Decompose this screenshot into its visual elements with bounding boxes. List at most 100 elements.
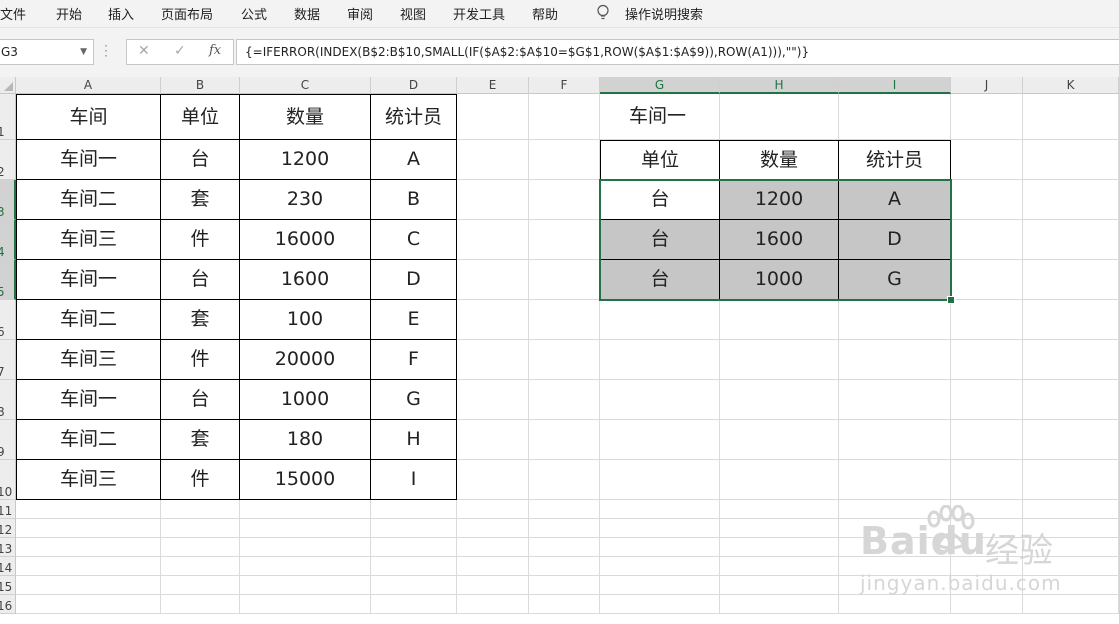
fill-handle[interactable]: [947, 296, 955, 304]
cell[interactable]: [951, 140, 1023, 180]
cell[interactable]: [240, 595, 371, 614]
cell[interactable]: [457, 340, 529, 380]
cell[interactable]: [839, 460, 951, 500]
cell[interactable]: [720, 557, 839, 576]
cell[interactable]: [457, 557, 529, 576]
row-header-11[interactable]: 11: [0, 500, 16, 519]
cell[interactable]: [720, 300, 839, 340]
cell[interactable]: [839, 380, 951, 420]
column-header-d[interactable]: D: [371, 77, 457, 94]
cell[interactable]: [1023, 94, 1119, 140]
row-header-9[interactable]: 9: [0, 420, 16, 460]
row-header-15[interactable]: 15: [0, 576, 16, 595]
source-header-cell[interactable]: 数量: [240, 94, 371, 140]
cell[interactable]: [16, 519, 161, 538]
result-data-cell[interactable]: G: [839, 260, 951, 300]
column-header-h[interactable]: H: [720, 77, 839, 94]
tab-file[interactable]: 文件: [0, 4, 26, 23]
cell[interactable]: [529, 538, 600, 557]
cell[interactable]: [839, 420, 951, 460]
cell[interactable]: [600, 340, 720, 380]
cell[interactable]: [371, 519, 457, 538]
name-box[interactable]: G3 ▼: [0, 39, 94, 65]
source-data-cell[interactable]: B: [371, 180, 457, 220]
cell[interactable]: [371, 595, 457, 614]
column-header-c[interactable]: C: [240, 77, 371, 94]
chevron-down-icon[interactable]: ▼: [80, 40, 87, 64]
result-data-cell[interactable]: 1000: [720, 260, 839, 300]
tab-home[interactable]: 开始: [56, 4, 82, 23]
cell[interactable]: [457, 380, 529, 420]
cell[interactable]: [529, 420, 600, 460]
cell[interactable]: [720, 94, 839, 140]
cell[interactable]: [371, 557, 457, 576]
source-data-cell[interactable]: 100: [240, 300, 371, 340]
formula-input[interactable]: {=IFERROR(INDEX(B$2:B$10,SMALL(IF($A$2:$…: [236, 39, 1119, 65]
row-header-1[interactable]: 1: [0, 94, 16, 140]
cell[interactable]: [720, 380, 839, 420]
cell[interactable]: [1023, 300, 1119, 340]
cell[interactable]: [457, 500, 529, 519]
tab-developer[interactable]: 开发工具: [453, 4, 505, 23]
source-data-cell[interactable]: 件: [161, 340, 240, 380]
source-data-cell[interactable]: 车间一: [16, 380, 161, 420]
source-data-cell[interactable]: 台: [161, 260, 240, 300]
cell[interactable]: [1023, 420, 1119, 460]
source-data-cell[interactable]: A: [371, 140, 457, 180]
row-header-13[interactable]: 13: [0, 538, 16, 557]
source-data-cell[interactable]: C: [371, 220, 457, 260]
cell[interactable]: [457, 519, 529, 538]
cell[interactable]: [600, 557, 720, 576]
cell[interactable]: [457, 460, 529, 500]
cell[interactable]: [951, 300, 1023, 340]
cell[interactable]: [240, 557, 371, 576]
row-header-14[interactable]: 14: [0, 557, 16, 576]
cell[interactable]: [457, 576, 529, 595]
source-data-cell[interactable]: 件: [161, 460, 240, 500]
column-header-g[interactable]: G: [600, 77, 720, 94]
select-all-button[interactable]: [0, 77, 16, 94]
row-header-8[interactable]: 8: [0, 380, 16, 420]
cell[interactable]: [720, 340, 839, 380]
cell[interactable]: [529, 260, 600, 300]
source-data-cell[interactable]: 台: [161, 380, 240, 420]
column-header-b[interactable]: B: [161, 77, 240, 94]
cell[interactable]: [161, 595, 240, 614]
source-data-cell[interactable]: 套: [161, 300, 240, 340]
cell[interactable]: [529, 519, 600, 538]
source-data-cell[interactable]: E: [371, 300, 457, 340]
source-data-cell[interactable]: 车间三: [16, 220, 161, 260]
result-header-cell[interactable]: 统计员: [839, 140, 951, 180]
cell[interactable]: [951, 420, 1023, 460]
cell[interactable]: [600, 500, 720, 519]
source-header-cell[interactable]: 车间: [16, 94, 161, 140]
cell[interactable]: [529, 595, 600, 614]
source-data-cell[interactable]: 16000: [240, 220, 371, 260]
cell[interactable]: [600, 576, 720, 595]
result-data-cell[interactable]: 台: [600, 260, 720, 300]
cell[interactable]: [371, 500, 457, 519]
cell[interactable]: [1023, 380, 1119, 420]
cell[interactable]: [457, 220, 529, 260]
cell[interactable]: [951, 220, 1023, 260]
cell[interactable]: [1023, 140, 1119, 180]
result-data-cell[interactable]: D: [839, 220, 951, 260]
cell[interactable]: [16, 595, 161, 614]
column-header-f[interactable]: F: [529, 77, 600, 94]
source-data-cell[interactable]: 车间一: [16, 140, 161, 180]
source-header-cell[interactable]: 单位: [161, 94, 240, 140]
result-data-cell[interactable]: 台: [600, 220, 720, 260]
source-data-cell[interactable]: 套: [161, 180, 240, 220]
cell[interactable]: [457, 140, 529, 180]
row-header-6[interactable]: 6: [0, 300, 16, 340]
row-header-12[interactable]: 12: [0, 519, 16, 538]
cell[interactable]: [16, 538, 161, 557]
source-data-cell[interactable]: H: [371, 420, 457, 460]
cell[interactable]: [529, 94, 600, 140]
source-data-cell[interactable]: 15000: [240, 460, 371, 500]
source-data-cell[interactable]: 20000: [240, 340, 371, 380]
cell[interactable]: [951, 260, 1023, 300]
source-data-cell[interactable]: I: [371, 460, 457, 500]
cell[interactable]: [457, 180, 529, 220]
enter-icon[interactable]: ✓: [174, 43, 186, 59]
